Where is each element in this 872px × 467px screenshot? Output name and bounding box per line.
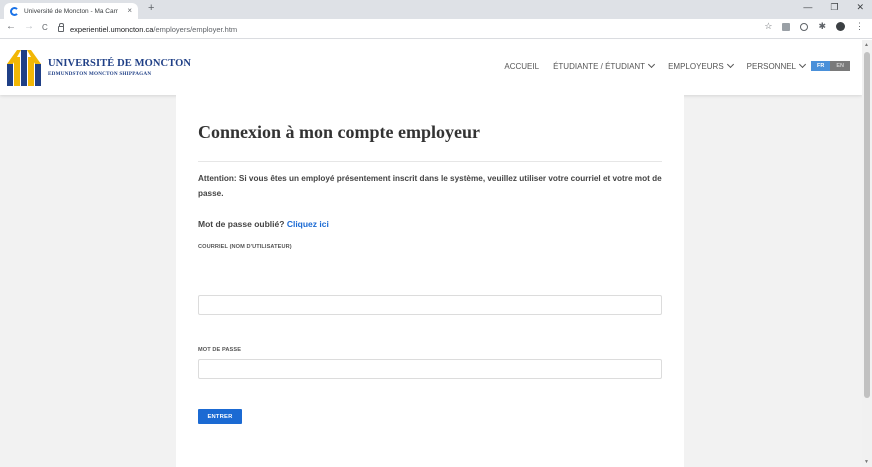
reload-icon[interactable]: C (42, 24, 48, 32)
email-label: COURRIEL (NOM D'UTILISATEUR) (198, 244, 292, 250)
nav-item-employeurs[interactable]: EMPLOYEURS (668, 60, 734, 71)
site-header: UNIVERSITÉ DE MONCTON EDMUNDSTON MONCTON… (0, 40, 862, 95)
password-label: MOT DE PASSE (198, 347, 242, 353)
chevron-down-icon (798, 60, 807, 69)
page-viewport: UNIVERSITÉ DE MONCTON EDMUNDSTON MONCTON… (0, 40, 862, 467)
profile-icon[interactable] (836, 22, 845, 31)
scrollbar-thumb[interactable] (864, 52, 870, 398)
restore-icon[interactable]: ❐ (830, 2, 838, 13)
minimize-icon[interactable]: — (803, 2, 812, 13)
nav-item-etudiant[interactable]: ÉTUDIANTE / ÉTUDIANT (553, 60, 656, 71)
back-icon[interactable]: ← (6, 22, 16, 32)
browser-tab[interactable]: Université de Moncton - Ma Carr × (4, 3, 138, 19)
nav-label: EMPLOYEURS (668, 61, 724, 71)
forgot-password-link[interactable]: Cliquez ici (287, 219, 329, 229)
nav-item-accueil[interactable]: ACCUEIL (504, 62, 539, 71)
main-nav: ACCUEIL ÉTUDIANTE / ÉTUDIANT EMPLOYEURS … (490, 60, 850, 71)
url-host: experientiel.umoncton.ca (70, 24, 154, 34)
lock-icon (58, 23, 64, 32)
nav-label: ACCUEIL (504, 61, 540, 71)
extension-ring-icon[interactable] (800, 22, 809, 31)
new-tab-icon[interactable]: + (148, 3, 154, 14)
email-field[interactable] (198, 295, 662, 315)
nav-item-personnel[interactable]: PERSONNEL (746, 60, 807, 71)
bookmark-star-icon[interactable]: ☆ (764, 22, 772, 31)
page-title: Connexion à mon compte employeur (198, 122, 480, 142)
password-field[interactable] (198, 359, 662, 379)
university-logo-icon[interactable] (7, 48, 41, 86)
window-controls: — ❐ ✕ (803, 2, 864, 13)
page-scrollbar[interactable]: ▲ ▼ (862, 40, 872, 467)
nav-label: PERSONNEL (746, 61, 797, 71)
address-bar: ← → C experientiel.umoncton.ca/employers… (0, 19, 872, 39)
url-path: /employers/employer.htm (153, 24, 238, 34)
forgot-password-text: Mot de passe oublié? (198, 219, 285, 229)
menu-icon[interactable]: ⋮ (855, 22, 864, 31)
puzzle-icon[interactable]: ✱ (818, 22, 826, 31)
submit-button[interactable]: ENTRER (198, 409, 242, 424)
logo-campuses: EDMUNDSTON MONCTON SHIPPAGAN (48, 71, 152, 77)
attention-notice: Attention: Si vous êtes un employé prése… (198, 174, 662, 198)
login-card: Connexion à mon compte employeur Attenti… (176, 95, 684, 467)
browser-tab-bar: Université de Moncton - Ma Carr × + — ❐ … (0, 0, 872, 19)
lang-en-button[interactable]: EN (830, 61, 850, 71)
title-divider (198, 161, 662, 162)
close-window-icon[interactable]: ✕ (856, 2, 864, 13)
extension-icon[interactable] (782, 22, 791, 31)
tab-close-icon[interactable]: × (127, 7, 132, 15)
forward-icon[interactable]: → (24, 22, 34, 32)
lang-fr-button[interactable]: FR (811, 61, 831, 71)
logo-title[interactable]: UNIVERSITÉ DE MONCTON (48, 58, 191, 69)
nav-label: ÉTUDIANTE / ÉTUDIANT (553, 61, 646, 71)
scroll-up-icon[interactable]: ▲ (864, 42, 869, 48)
forgot-password-row: Mot de passe oublié? Cliquez ici (198, 219, 329, 229)
chevron-down-icon (648, 60, 656, 69)
chevron-down-icon (726, 60, 734, 69)
site-favicon-icon (10, 6, 19, 16)
language-toggle: FR EN (811, 61, 850, 71)
tab-title: Université de Moncton - Ma Carr (24, 7, 118, 15)
url-field[interactable]: experientiel.umoncton.ca/employers/emplo… (58, 22, 748, 36)
scroll-down-icon[interactable]: ▼ (864, 459, 869, 465)
extension-icons: ☆ ✱ ⋮ (764, 22, 864, 31)
